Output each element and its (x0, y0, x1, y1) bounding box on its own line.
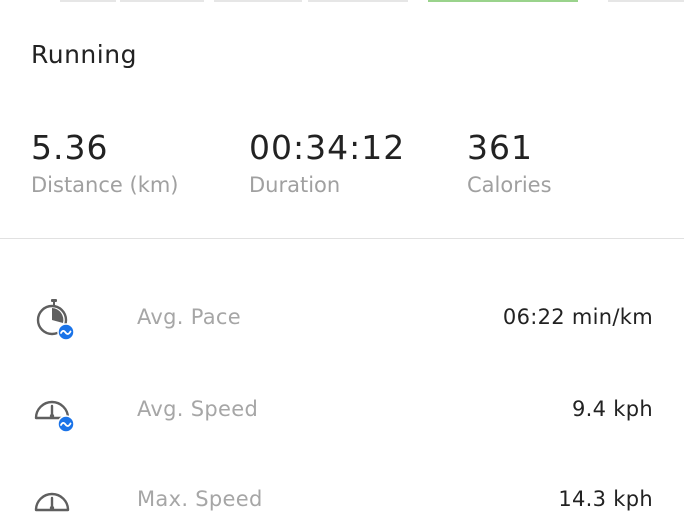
calories-value: 361 (467, 128, 533, 167)
distance-value: 5.36 (31, 128, 109, 167)
avg-pace-label: Avg. Pace (137, 305, 241, 329)
tab-segment[interactable] (608, 0, 684, 2)
activity-title: Running (31, 40, 137, 69)
max-speed-label: Max. Speed (137, 487, 263, 511)
distance-stat: 5.36 Distance (km) (31, 128, 179, 198)
metric-row-avg-pace: Avg. Pace 06:22 min/km (0, 288, 684, 348)
tab-segment[interactable] (308, 0, 408, 2)
metric-row-max-speed: Max. Speed 14.3 kph (0, 470, 684, 530)
section-divider (0, 238, 684, 239)
calories-label: Calories (467, 173, 552, 197)
max-speed-value: 14.3 kph (558, 487, 653, 511)
tab-segment[interactable] (60, 0, 116, 2)
calories-stat: 361 Calories (467, 128, 552, 198)
duration-label: Duration (249, 173, 341, 197)
pace-stopwatch-icon (36, 299, 75, 341)
avg-speed-label: Avg. Speed (137, 397, 259, 421)
avg-speed-value: 9.4 kph (572, 397, 653, 421)
avg-pace-value: 06:22 min/km (502, 305, 653, 329)
metric-row-avg-speed: Avg. Speed 9.4 kph (0, 380, 684, 440)
tab-segment-active[interactable] (428, 0, 578, 2)
max-speed-gauge-icon (34, 492, 70, 512)
activity-detail-screen: Running 5.36 Distance (km) 00:34:12 Dura… (0, 0, 684, 530)
tab-segment[interactable] (214, 0, 302, 2)
tab-segment[interactable] (120, 0, 204, 2)
duration-stat: 00:34:12 Duration (249, 128, 405, 198)
top-tab-strip (0, 0, 684, 4)
distance-label: Distance (km) (31, 173, 179, 197)
avg-speed-gauge-icon (34, 400, 75, 433)
duration-value: 00:34:12 (249, 128, 406, 167)
